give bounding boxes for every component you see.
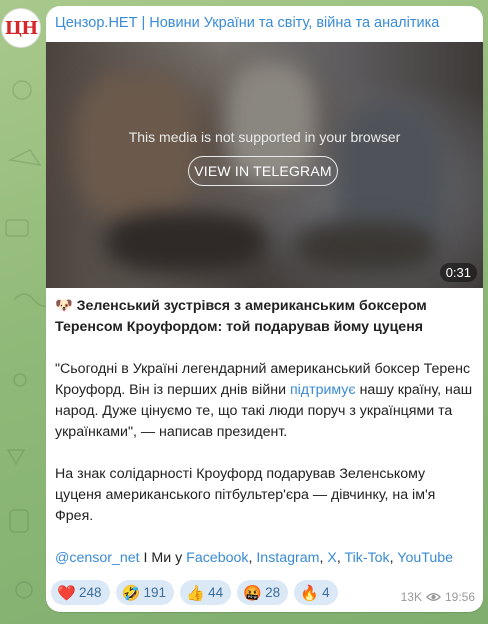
reaction-swearing[interactable]: 🤬 28 [237,580,289,605]
post-paragraph-gift: На знак солідарності Кроуфорд подарував … [55,466,436,524]
post-title: 🐶 Зеленський зустрівся з американським б… [55,296,475,338]
message-bubble: Цензор.НЕТ | Новини України та світу, ві… [46,6,483,612]
post-footer-links: @censor_net I Ми у Facebook, Instagram, … [55,548,475,569]
instagram-link[interactable]: Instagram [256,550,319,566]
message-time: 19:56 [444,590,475,604]
reaction-count: 4 [322,585,330,600]
facebook-link[interactable]: Facebook [186,550,248,566]
heart-icon: ❤️ [57,584,76,602]
footer-mid-text: I Ми у [139,550,187,566]
view-in-telegram-button[interactable]: VIEW IN TELEGRAM [188,156,338,186]
video-duration-badge: 0:31 [439,263,477,282]
view-count: 13K [400,590,422,604]
reaction-count: 248 [79,585,102,600]
tiktok-link[interactable]: Tik-Tok [344,550,389,566]
dog-emoji-icon: 🐶 [55,298,73,314]
channel-name-link[interactable]: Цензор.НЕТ | Новини України та світу, ві… [55,15,439,31]
thumbs-up-icon: 👍 [186,584,205,602]
message-meta: 13K 19:56 [401,590,475,604]
youtube-link[interactable]: YouTube [397,550,453,566]
unsupported-media-text: This media is not supported in your brow… [128,129,401,145]
post-paragraph-quote: "Сьогодні в Україні легендарний американ… [55,359,475,443]
censor-net-handle-link[interactable]: @censor_net [55,550,140,566]
reactions-bar: ❤️ 248 🤣 191 👍 44 🤬 28 🔥 4 [51,580,338,605]
reaction-count: 44 [208,585,224,600]
reaction-count: 191 [143,585,167,600]
post-text: 🐶 Зеленський зустрівся з американським б… [55,296,475,590]
channel-avatar[interactable]: ЦН [1,8,41,48]
x-link[interactable]: X [327,550,336,566]
reaction-thumbs-up[interactable]: 👍 44 [180,580,232,605]
reaction-laughing[interactable]: 🤣 191 [115,580,175,605]
fire-icon: 🔥 [300,584,319,602]
reaction-heart[interactable]: ❤️ 248 [51,580,110,605]
video-media[interactable]: This media is not supported in your brow… [46,42,483,288]
swearing-face-icon: 🤬 [243,584,262,602]
post-title-text: Зеленський зустрівся з американським бок… [55,298,427,335]
support-link[interactable]: підтримує [290,382,356,398]
reaction-fire[interactable]: 🔥 4 [294,580,338,605]
rolling-laughing-icon: 🤣 [121,584,141,602]
reaction-count: 28 [265,585,281,600]
avatar-logo: ЦН [4,17,38,39]
eye-icon [425,593,441,601]
